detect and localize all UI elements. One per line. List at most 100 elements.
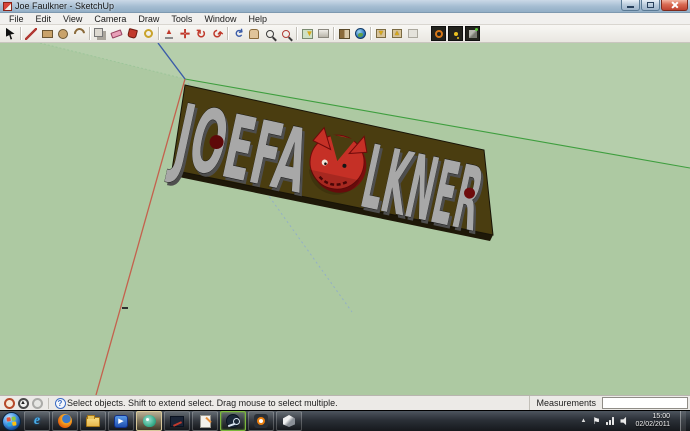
menu-draw[interactable]: Draw — [132, 13, 165, 25]
measurements-label: Measurements — [529, 396, 602, 410]
toggle-terrain-button[interactable] — [315, 26, 331, 42]
taskbar-unity[interactable] — [276, 411, 302, 431]
windows-logo-icon — [6, 415, 17, 427]
menu-edit[interactable]: Edit — [30, 13, 58, 25]
share-component-button[interactable] — [405, 26, 421, 42]
internet-explorer-icon: e — [33, 413, 41, 428]
toolbar: ▲ ✛ ↻ ↺ ↻ ▼ ▼ ▲ — [0, 25, 690, 43]
maximize-icon — [647, 1, 654, 8]
minimize-icon — [627, 5, 634, 8]
action-center-flag-icon[interactable]: ⚑ — [592, 416, 600, 426]
rotate-tool-button[interactable]: ↻ — [193, 26, 209, 42]
taskbar-notes-app[interactable] — [192, 411, 218, 431]
pan-tool-button[interactable] — [246, 26, 262, 42]
play-glyph: ▶ — [118, 417, 124, 425]
extension-button-3[interactable] — [465, 26, 480, 41]
move-tool-button[interactable]: ✛ — [177, 26, 193, 42]
arc-tool-button[interactable] — [71, 25, 87, 42]
circle-icon — [58, 28, 68, 39]
extension-button-1[interactable] — [431, 26, 446, 41]
toolbar-separator — [20, 27, 21, 40]
taskbar-internet-explorer[interactable]: e — [24, 411, 50, 431]
pencil-icon — [25, 27, 37, 40]
firefox-icon — [58, 414, 72, 428]
clock-date: 02/02/2011 — [635, 421, 670, 428]
line-tool-button[interactable] — [23, 26, 39, 42]
arrow-up-glyph: ▲ — [393, 30, 401, 37]
orange-ring-icon — [434, 29, 443, 38]
sketchup-app-icon — [3, 1, 12, 11]
network-icon[interactable] — [606, 417, 615, 425]
show-hidden-icons-button[interactable]: ▲ — [580, 418, 586, 424]
show-desktop-button[interactable] — [680, 410, 686, 431]
component-boxes-icon — [94, 27, 103, 37]
select-arrow-icon — [5, 27, 15, 40]
share-model-button[interactable]: ▲ — [389, 26, 405, 42]
menu-camera[interactable]: Camera — [88, 13, 132, 25]
make-component-button[interactable] — [92, 26, 108, 42]
taskbar-graphics-app[interactable] — [164, 411, 190, 431]
measurements-input[interactable] — [602, 397, 688, 409]
credits-icon[interactable] — [31, 397, 43, 409]
photo-textures-button[interactable] — [336, 26, 352, 42]
gold-key-icon — [453, 31, 458, 36]
menu-file[interactable]: File — [3, 13, 30, 25]
offset-tool-button[interactable]: ↺ — [209, 25, 226, 42]
modeling-viewport[interactable]: JOEFA JOEFA LKNER LKNER — [0, 0, 690, 431]
maximize-button[interactable] — [641, 0, 660, 11]
rectangle-tool-button[interactable] — [39, 26, 55, 42]
system-tray: ▲ ⚑ 15:00 02/02/2011 — [580, 410, 690, 431]
green-dot-badge — [475, 28, 478, 31]
toolbar-separator — [296, 27, 297, 40]
magnifier-icon — [266, 29, 274, 38]
orbit-tool-button[interactable]: ↻ — [230, 26, 246, 42]
folder-icon — [86, 415, 100, 427]
preview-google-earth-button[interactable] — [352, 26, 368, 42]
menu-view[interactable]: View — [57, 13, 88, 25]
rectangle-icon — [41, 29, 53, 38]
extension-button-2[interactable] — [448, 26, 463, 41]
taskbar-steam[interactable] — [220, 411, 246, 431]
arc-icon — [71, 25, 87, 42]
model-info-icon[interactable] — [3, 397, 15, 409]
circle-tool-button[interactable] — [55, 26, 71, 42]
toolbar-separator — [89, 27, 90, 40]
pin-glyph: ▼ — [305, 28, 314, 38]
status-hint-text: Select objects. Shift to extend select. … — [67, 398, 338, 408]
stray-mark — [122, 307, 128, 309]
taskbar-clock[interactable]: 15:00 02/02/2011 — [635, 413, 670, 429]
geo-location-icon[interactable]: ▲ — [17, 397, 29, 409]
zoom-extents-button[interactable] — [278, 26, 294, 42]
add-location-button[interactable]: ▼ — [299, 26, 315, 42]
status-bar: ▲ ? Select objects. Shift to extend sele… — [0, 395, 690, 410]
minimize-button[interactable] — [621, 0, 640, 11]
select-tool-button[interactable] — [2, 26, 18, 42]
taskbar-firefox[interactable] — [52, 411, 78, 431]
measurements-panel: Measurements — [529, 396, 688, 410]
help-question-icon[interactable]: ? — [54, 397, 66, 409]
menu-help[interactable]: Help — [242, 13, 273, 25]
get-models-button[interactable]: ▼ — [373, 26, 389, 42]
google-earth-icon — [354, 28, 366, 39]
paint-bucket-button[interactable] — [124, 26, 140, 42]
tape-measure-button[interactable] — [140, 26, 156, 42]
blender-icon — [254, 414, 268, 428]
title-bar[interactable]: Joe Faulkner - SketchUp — [0, 0, 690, 13]
eraser-icon — [109, 28, 123, 39]
taskbar-blender[interactable] — [248, 411, 274, 431]
magnifier-red-icon — [282, 29, 290, 38]
start-button[interactable] — [2, 411, 21, 431]
menu-window[interactable]: Window — [198, 13, 242, 25]
taskbar-active-app[interactable] — [136, 411, 162, 431]
push-pull-button[interactable]: ▲ — [161, 26, 177, 42]
media-player-icon: ▶ — [114, 414, 128, 428]
menu-tools[interactable]: Tools — [165, 13, 198, 25]
volume-icon[interactable] — [620, 416, 627, 426]
zoom-tool-button[interactable] — [262, 26, 278, 42]
taskbar-media-player[interactable]: ▶ — [108, 411, 134, 431]
rotate-icon: ↻ — [195, 26, 207, 41]
taskbar-explorer[interactable] — [80, 411, 106, 431]
monitor-pen-icon — [170, 415, 184, 427]
close-button[interactable] — [661, 0, 688, 11]
eraser-tool-button[interactable] — [108, 26, 124, 42]
